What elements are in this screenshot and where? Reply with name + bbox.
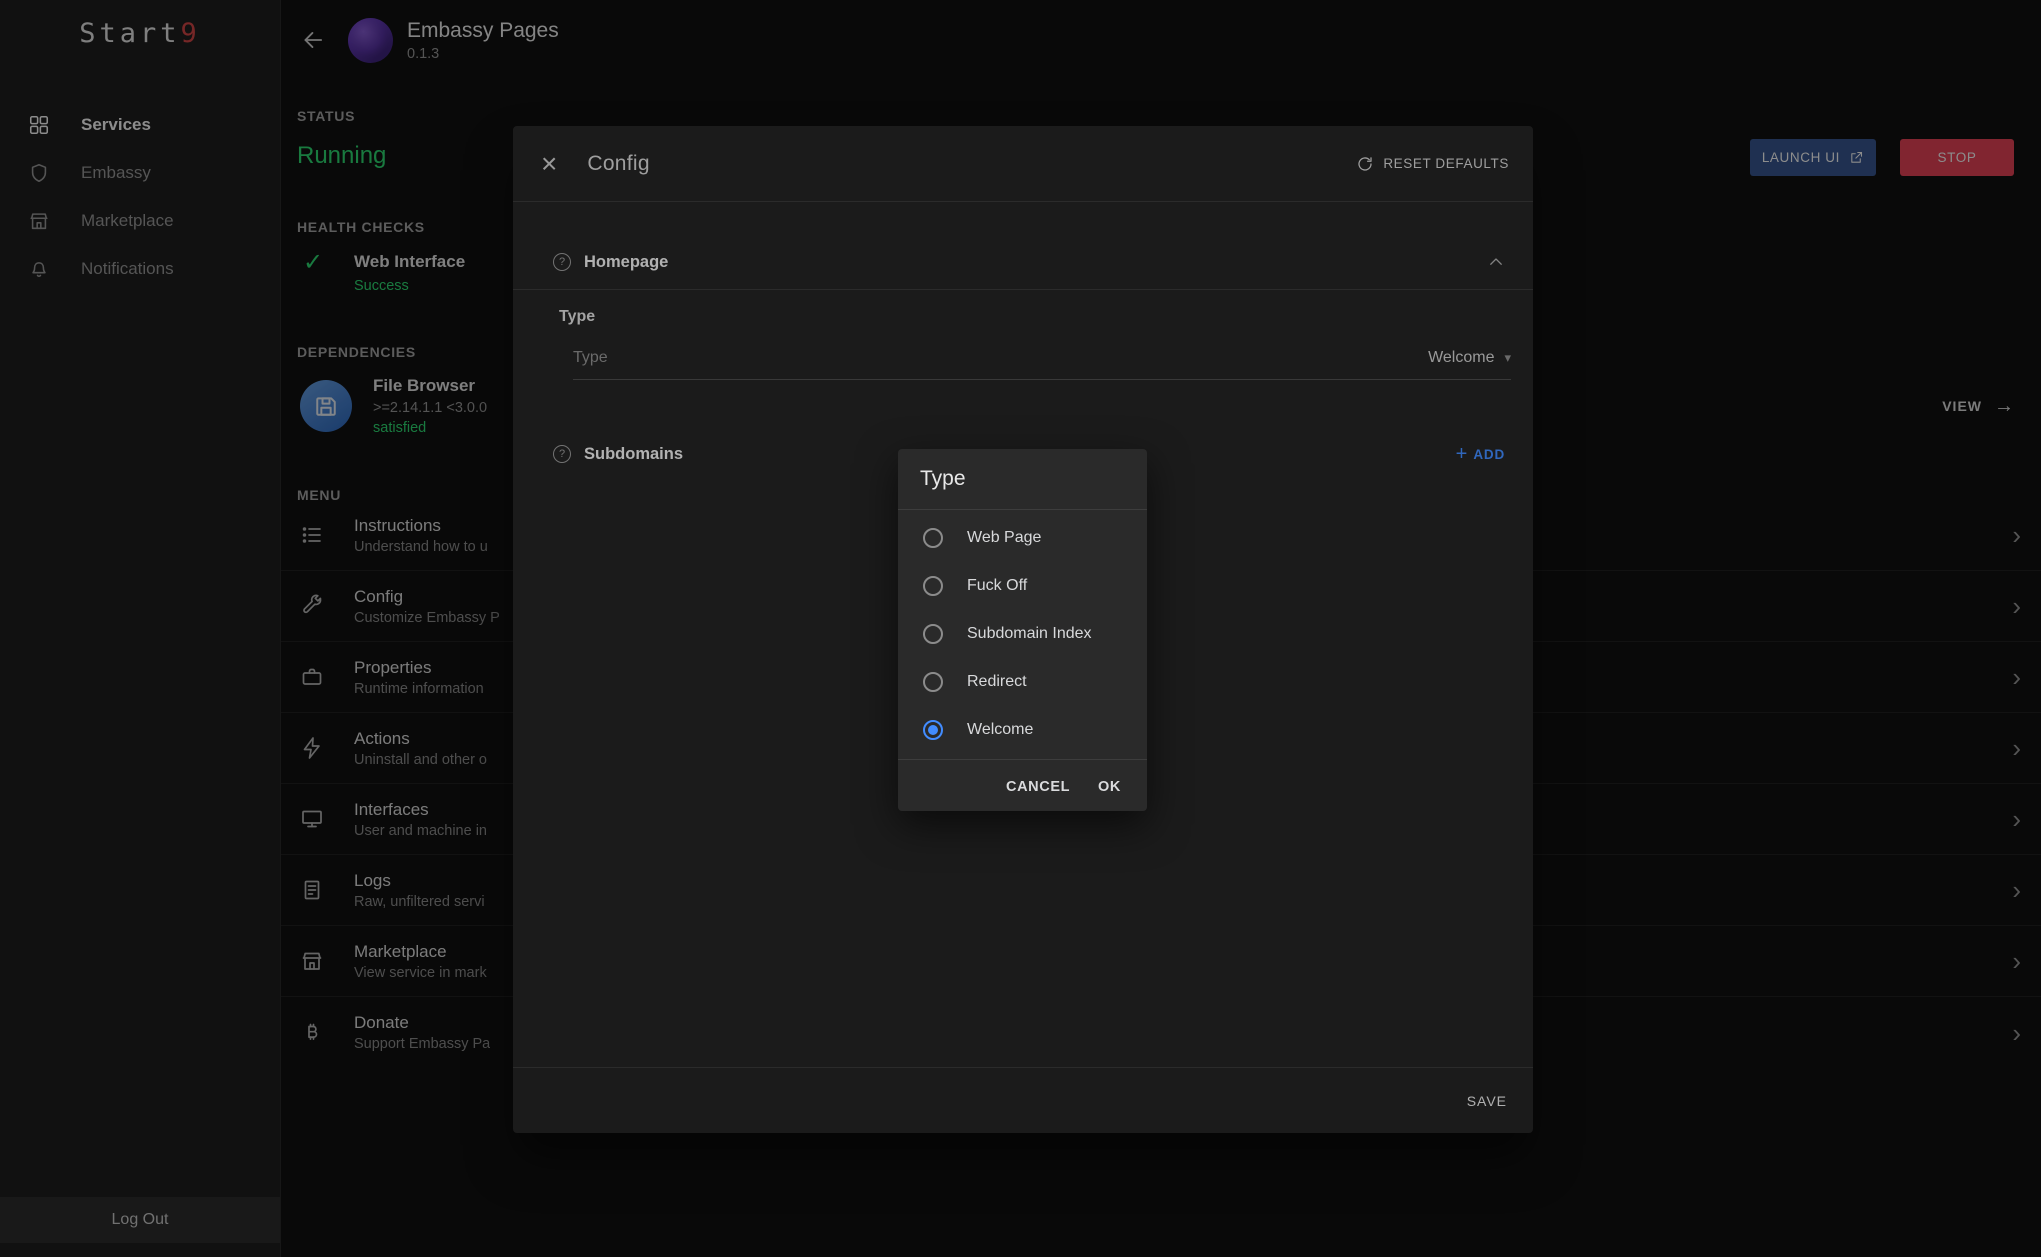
- type-dialog-title: Type: [898, 449, 1147, 510]
- alert-buttons: CANCEL OK: [898, 760, 1147, 814]
- screen: Start9 Services Embassy Marketplace: [0, 0, 2041, 1257]
- type-options-list: Web Page Fuck Off Subdomain Index Redire…: [898, 510, 1147, 754]
- radio-option-fuck-off[interactable]: Fuck Off: [898, 562, 1147, 610]
- radio-icon[interactable]: [923, 528, 943, 548]
- radio-option-label: Web Page: [967, 529, 1041, 547]
- radio-option-label: Subdomain Index: [967, 625, 1092, 643]
- ok-button[interactable]: OK: [1098, 779, 1121, 795]
- radio-option-label: Redirect: [967, 673, 1027, 691]
- radio-option-label: Fuck Off: [967, 577, 1027, 595]
- cancel-button[interactable]: CANCEL: [1006, 779, 1070, 795]
- radio-option-redirect[interactable]: Redirect: [898, 658, 1147, 706]
- radio-icon[interactable]: [923, 720, 943, 740]
- radio-icon[interactable]: [923, 624, 943, 644]
- radio-icon[interactable]: [923, 672, 943, 692]
- radio-icon[interactable]: [923, 576, 943, 596]
- type-dialog: Type Web Page Fuck Off Subdomain Index R…: [898, 449, 1147, 811]
- radio-option-welcome[interactable]: Welcome: [898, 706, 1147, 754]
- radio-option-label: Welcome: [967, 721, 1033, 739]
- radio-option-web-page[interactable]: Web Page: [898, 514, 1147, 562]
- radio-option-subdomain-index[interactable]: Subdomain Index: [898, 610, 1147, 658]
